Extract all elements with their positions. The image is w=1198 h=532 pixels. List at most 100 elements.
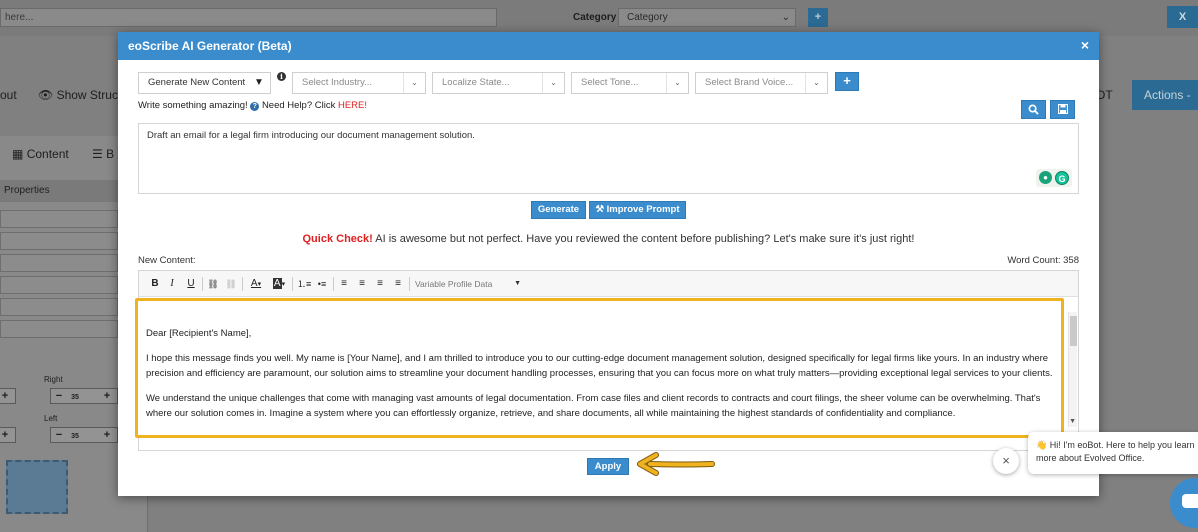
improve-prompt-label: Improve Prompt [606, 204, 680, 215]
unlink-icon[interactable]: ⛓ [224, 276, 238, 292]
italic-button[interactable]: I [166, 276, 178, 292]
quick-check-text: AI is awesome but not perfect. Have you … [375, 233, 915, 245]
bold-button[interactable]: B [149, 276, 161, 292]
modal-header: eoScribe AI Generator (Beta) × [118, 32, 1099, 60]
editor-toolbar: B I U ⛓ ⛓ A▾ A▾ ⒈≡ •≡ ≡ ≡ ≡ ≡ Variable P… [139, 271, 1078, 297]
ai-generator-modal: eoScribe AI Generator (Beta) × Generate … [118, 32, 1099, 496]
chevron-down-icon: ▼ [514, 280, 521, 287]
chat-icon [1182, 494, 1198, 508]
industry-select[interactable]: Select Industry... ⌄ [292, 72, 426, 94]
tone-select[interactable]: Select Tone... ⌄ [571, 72, 689, 94]
add-button[interactable]: + [835, 72, 859, 91]
numbered-list-icon[interactable]: ⒈≡ [297, 276, 311, 292]
text-color-icon[interactable]: A▾ [247, 276, 265, 292]
tone-select-placeholder: Select Tone... [581, 77, 639, 88]
help-text: Write something amazing! [138, 100, 248, 111]
align-center-icon[interactable]: ≡ [355, 276, 369, 292]
brand-voice-select-placeholder: Select Brand Voice... [705, 77, 794, 88]
list-icon: ☰ [92, 147, 103, 161]
chevron-down-icon: ⌄ [403, 73, 425, 93]
apply-button[interactable]: Apply [587, 458, 629, 475]
scroll-down-icon[interactable]: ▼ [1069, 418, 1076, 425]
background-image-thumbnail [6, 460, 68, 514]
variable-profile-data-select[interactable]: Variable Profile Data ▼ [415, 277, 521, 291]
help-line: Write something amazing! ? Need Help? Cl… [138, 100, 367, 111]
info-icon[interactable]: i [277, 72, 286, 81]
lightbulb-icon[interactable]: ● [1039, 171, 1052, 184]
save-button[interactable] [1050, 100, 1075, 119]
chevron-down-icon: ⌄ [666, 73, 688, 93]
grid-icon: ▦ [12, 147, 24, 161]
background-stepper: −+ [0, 388, 16, 404]
background-field [0, 254, 118, 272]
word-count-value: 358 [1063, 255, 1079, 266]
generated-content-area[interactable]: Dear [Recipient's Name], I hope this mes… [135, 298, 1064, 438]
background-category-value: Category [627, 12, 668, 23]
background-b-tab-label: B [106, 147, 115, 161]
close-icon[interactable]: × [1081, 37, 1089, 53]
help-link[interactable]: HERE! [338, 100, 367, 111]
state-select-placeholder: Localize State... [442, 77, 510, 88]
underline-button[interactable]: U [185, 276, 197, 292]
background-field [0, 232, 118, 250]
improve-prompt-button[interactable]: ⚒ Improve Prompt [589, 201, 686, 219]
word-count-label: Word Count: [1007, 255, 1061, 266]
prompt-text: Draft an email for a legal firm introduc… [147, 130, 475, 141]
background-b-tab: ☰ B [92, 147, 114, 161]
background-stepper-value: 35 [71, 394, 79, 401]
background-category-label: Category [573, 12, 617, 23]
background-field [0, 298, 118, 316]
toolbar-divider [409, 277, 410, 291]
variable-profile-data-label: Variable Profile Data [415, 279, 493, 289]
bulleted-list-icon[interactable]: •≡ [315, 276, 329, 292]
background-category-select: Category ⌄ [618, 8, 796, 27]
toolbar-divider [333, 277, 334, 291]
magic-wand-icon: ⚒ [595, 204, 605, 215]
toolbar-divider [202, 277, 203, 291]
background-show-structure: 👁 Show Structu [38, 88, 128, 102]
align-right-icon[interactable]: ≡ [373, 276, 387, 292]
background-stepper: −35 + [50, 388, 118, 404]
justify-icon[interactable]: ≡ [391, 276, 405, 292]
background-stepper: −35 + [50, 427, 118, 443]
content-paragraph: Dear [Recipient's Name], [146, 328, 252, 339]
scrollbar-thumb[interactable] [1070, 316, 1077, 346]
chat-close-button[interactable]: × [993, 448, 1019, 474]
background-out-label: out [0, 88, 17, 102]
content-paragraph: We understand the unique challenges that… [146, 393, 1041, 419]
new-content-label: New Content: [138, 255, 196, 266]
annotation-arrow [637, 452, 715, 476]
brand-voice-select[interactable]: Select Brand Voice... ⌄ [695, 72, 828, 94]
chevron-down-icon: ⌄ [781, 12, 790, 23]
background-field [0, 210, 118, 228]
state-select[interactable]: Localize State... ⌄ [432, 72, 565, 94]
align-left-icon[interactable]: ≡ [337, 276, 351, 292]
save-icon [1057, 103, 1068, 115]
editor-scrollbar[interactable] [1068, 312, 1077, 427]
background-stepper-value: 35 [71, 433, 79, 440]
background-close-button: X [1167, 6, 1198, 28]
chevron-down-icon: ⌄ [542, 73, 564, 93]
industry-select-placeholder: Select Industry... [302, 77, 373, 88]
background-actions-button: Actions - [1132, 80, 1198, 110]
chat-message-bubble[interactable]: 👋 Hi! I'm eoBot. Here to help you learn … [1028, 432, 1198, 474]
background-right-label: Right [44, 375, 63, 384]
background-color-icon[interactable]: A▾ [270, 276, 288, 292]
toolbar-divider [242, 277, 243, 291]
mode-select[interactable]: Generate New Content ▼ [138, 72, 271, 94]
background-add-button: + [808, 8, 828, 27]
chevron-down-icon: ▼ [254, 77, 264, 88]
grammarly-icon[interactable]: G [1055, 171, 1069, 185]
modal-title: eoScribe AI Generator (Beta) [128, 39, 292, 53]
search-button[interactable] [1021, 100, 1046, 119]
eye-icon: 👁 [38, 88, 54, 102]
prompt-textarea[interactable]: Draft an email for a legal firm introduc… [138, 123, 1079, 194]
mode-select-value: Generate New Content [148, 77, 246, 88]
background-search-input: here... [0, 8, 497, 27]
link-icon[interactable]: ⛓ [206, 276, 220, 292]
quick-check-label: Quick Check! [302, 233, 373, 245]
content-paragraph: I hope this message finds you well. My n… [146, 353, 1053, 379]
background-left-label: Left [44, 414, 58, 423]
background-field [0, 320, 118, 338]
generate-button[interactable]: Generate [531, 201, 586, 219]
